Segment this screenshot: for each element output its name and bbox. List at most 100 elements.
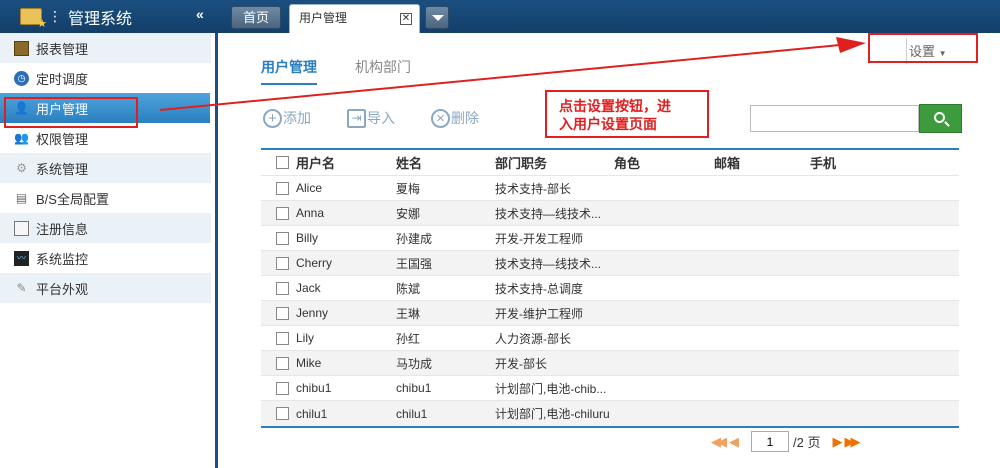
cell-department: 计划部门,电池-chiluru bbox=[495, 407, 610, 421]
cell-department: 技术支持-部长 bbox=[495, 181, 571, 196]
cell-name: 夏梅 bbox=[396, 181, 421, 196]
sidebar-item-bs-config[interactable]: ▤ B/S全局配置 bbox=[0, 183, 211, 213]
column-header[interactable]: 邮箱 bbox=[714, 153, 810, 172]
column-header[interactable]: 手机 bbox=[810, 153, 910, 172]
cell-username: Cherry bbox=[296, 256, 333, 270]
delete-label: 删除 bbox=[451, 110, 479, 126]
sidebar-item-appearance[interactable]: ✎ 平台外观 bbox=[0, 273, 211, 303]
search-input[interactable] bbox=[750, 105, 919, 132]
sidebar-item-label: 注册信息 bbox=[36, 221, 89, 237]
row-checkbox[interactable] bbox=[276, 407, 289, 420]
server-icon: ▤ bbox=[15, 190, 28, 205]
app-header: ⋮ 管理系统 bbox=[0, 0, 218, 33]
close-icon[interactable]: ✕ bbox=[400, 13, 412, 25]
delete-button[interactable]: × 删除 bbox=[431, 108, 479, 128]
row-checkbox[interactable] bbox=[276, 381, 289, 395]
cell-username: Alice bbox=[296, 181, 323, 195]
last-page-icon[interactable]: ▶▶ bbox=[844, 434, 860, 450]
table-row[interactable]: Alice 夏梅 技术支持-部长 bbox=[261, 176, 959, 201]
subtab-departments[interactable]: 机构部门 bbox=[355, 57, 411, 85]
cell-department: 技术支持-总调度 bbox=[495, 281, 583, 296]
sidebar: 报表管理 ◷ 定时调度 👤 用户管理 👥 权限管理 ⚙ 系统管理 ▤ B/S全局… bbox=[0, 33, 218, 468]
tab-user-management[interactable]: 用户管理 ✕ bbox=[289, 4, 420, 33]
row-checkbox[interactable] bbox=[276, 281, 289, 295]
gear-icon: ⚙ bbox=[16, 160, 27, 175]
row-checkbox[interactable] bbox=[276, 256, 289, 270]
annotation-highlight-box bbox=[868, 33, 978, 63]
sidebar-item-reports[interactable]: 报表管理 bbox=[0, 33, 211, 63]
cell-department: 开发-开发工程师 bbox=[495, 231, 583, 246]
import-label: 导入 bbox=[367, 110, 395, 126]
row-checkbox[interactable] bbox=[276, 181, 289, 195]
column-header[interactable]: 用户名 bbox=[296, 153, 396, 172]
sidebar-item-label: 权限管理 bbox=[36, 131, 89, 147]
table-row[interactable]: Anna 安娜 技术支持—线技术... bbox=[261, 201, 959, 226]
sub-tabs: 用户管理 机构部门 bbox=[261, 57, 449, 85]
sidebar-item-system[interactable]: ⚙ 系统管理 bbox=[0, 153, 211, 183]
cell-username: Lily bbox=[296, 331, 315, 345]
sidebar-item-label: B/S全局配置 bbox=[36, 191, 109, 207]
annotation-highlight-box bbox=[4, 97, 138, 128]
sidebar-item-label: 系统管理 bbox=[36, 161, 89, 177]
column-header[interactable]: 部门职务 bbox=[495, 153, 614, 172]
page-number-input[interactable] bbox=[751, 431, 789, 452]
first-page-icon[interactable]: ◀◀ bbox=[711, 434, 727, 450]
cell-username: Jenny bbox=[296, 306, 329, 320]
row-checkbox[interactable] bbox=[276, 206, 289, 220]
collapse-sidebar-icon[interactable]: « bbox=[196, 6, 204, 22]
cell-department: 计划部门,电池-chib... bbox=[495, 381, 607, 396]
cell-username: Anna bbox=[296, 206, 325, 220]
cell-name: chibu1 bbox=[396, 381, 432, 395]
tab-home[interactable]: 首页 bbox=[231, 6, 281, 29]
sidebar-item-registration[interactable]: 注册信息 bbox=[0, 213, 211, 243]
table-row[interactable]: Billy 孙建成 开发-开发工程师 bbox=[261, 226, 959, 251]
cell-name: 王国强 bbox=[396, 256, 433, 271]
row-checkbox[interactable] bbox=[276, 306, 289, 320]
column-header[interactable]: 姓名 bbox=[396, 153, 495, 172]
plus-circle-icon: + bbox=[263, 108, 282, 128]
import-icon: ⇥ bbox=[347, 108, 366, 128]
table-row[interactable]: Jenny 王琳 开发-维护工程师 bbox=[261, 301, 959, 326]
row-checkbox[interactable] bbox=[276, 231, 289, 245]
sidebar-item-schedule[interactable]: ◷ 定时调度 bbox=[0, 63, 211, 93]
table-row[interactable]: Cherry 王国强 技术支持—线技术... bbox=[261, 251, 959, 276]
annotation-callout: 点击设置按钮，进 入用户设置页面 bbox=[545, 90, 709, 138]
search-button[interactable] bbox=[919, 104, 962, 133]
table-body: Alice 夏梅 技术支持-部长 Anna 安娜 技术支持—线技术... Billy 孙建成开… bbox=[261, 176, 959, 426]
clock-icon: ◷ bbox=[14, 70, 29, 86]
pagination: ◀◀ ◀ /2 页 ▶ ▶▶ bbox=[711, 431, 862, 452]
user-table: 用户名 姓名 部门职务 角色 邮箱 手机 Alice 夏梅 技术支持-部长 Anna 安… bbox=[261, 148, 959, 428]
callout-line: 入用户设置页面 bbox=[559, 116, 657, 132]
table-header: 用户名 姓名 部门职务 角色 邮箱 手机 bbox=[261, 150, 959, 176]
next-page-icon[interactable]: ▶ bbox=[832, 434, 842, 450]
cell-username: chilu1 bbox=[296, 406, 328, 421]
add-button[interactable]: + 添加 bbox=[263, 108, 311, 128]
prev-page-icon[interactable]: ◀ bbox=[729, 434, 739, 450]
cell-username: Billy bbox=[296, 231, 319, 245]
sidebar-item-monitor[interactable]: 〰 系统监控 bbox=[0, 243, 211, 273]
table-row[interactable]: Mike 马功成 开发-部长 bbox=[261, 351, 959, 376]
registration-icon bbox=[14, 220, 29, 236]
cell-name: 陈斌 bbox=[396, 281, 421, 296]
appearance-icon: ✎ bbox=[16, 280, 27, 295]
table-row[interactable]: chibu1 chibu1 计划部门,电池-chib... bbox=[261, 376, 959, 401]
tab-menu-dropdown-button[interactable] bbox=[425, 6, 449, 29]
cell-name: 孙红 bbox=[396, 331, 421, 346]
cell-department: 技术支持—线技术... bbox=[495, 256, 602, 271]
row-checkbox[interactable] bbox=[276, 356, 289, 370]
delete-circle-icon: × bbox=[431, 108, 450, 128]
cell-username: Mike bbox=[296, 356, 322, 370]
tab-label: 用户管理 bbox=[299, 11, 348, 25]
import-button[interactable]: ⇥ 导入 bbox=[347, 108, 395, 128]
select-all-checkbox[interactable] bbox=[276, 156, 289, 169]
column-header[interactable]: 角色 bbox=[614, 153, 714, 172]
main-panel: 设置 ▼ 用户管理 机构部门 + 添加 ⇥ 导入 × 删除 点击设置按钮，进 入… bbox=[221, 33, 1000, 468]
subtab-users[interactable]: 用户管理 bbox=[261, 57, 317, 85]
row-checkbox[interactable] bbox=[276, 331, 289, 345]
sidebar-item-label: 系统监控 bbox=[36, 251, 89, 267]
table-row[interactable]: Lily 孙红 人力资源-部长 bbox=[261, 326, 959, 351]
table-row[interactable]: Jack 陈斌 技术支持-总调度 bbox=[261, 276, 959, 301]
table-row[interactable]: chilu1 chilu1 计划部门,电池-chiluru bbox=[261, 401, 959, 426]
cell-department: 开发-部长 bbox=[495, 356, 547, 371]
cell-department: 开发-维护工程师 bbox=[495, 306, 583, 321]
